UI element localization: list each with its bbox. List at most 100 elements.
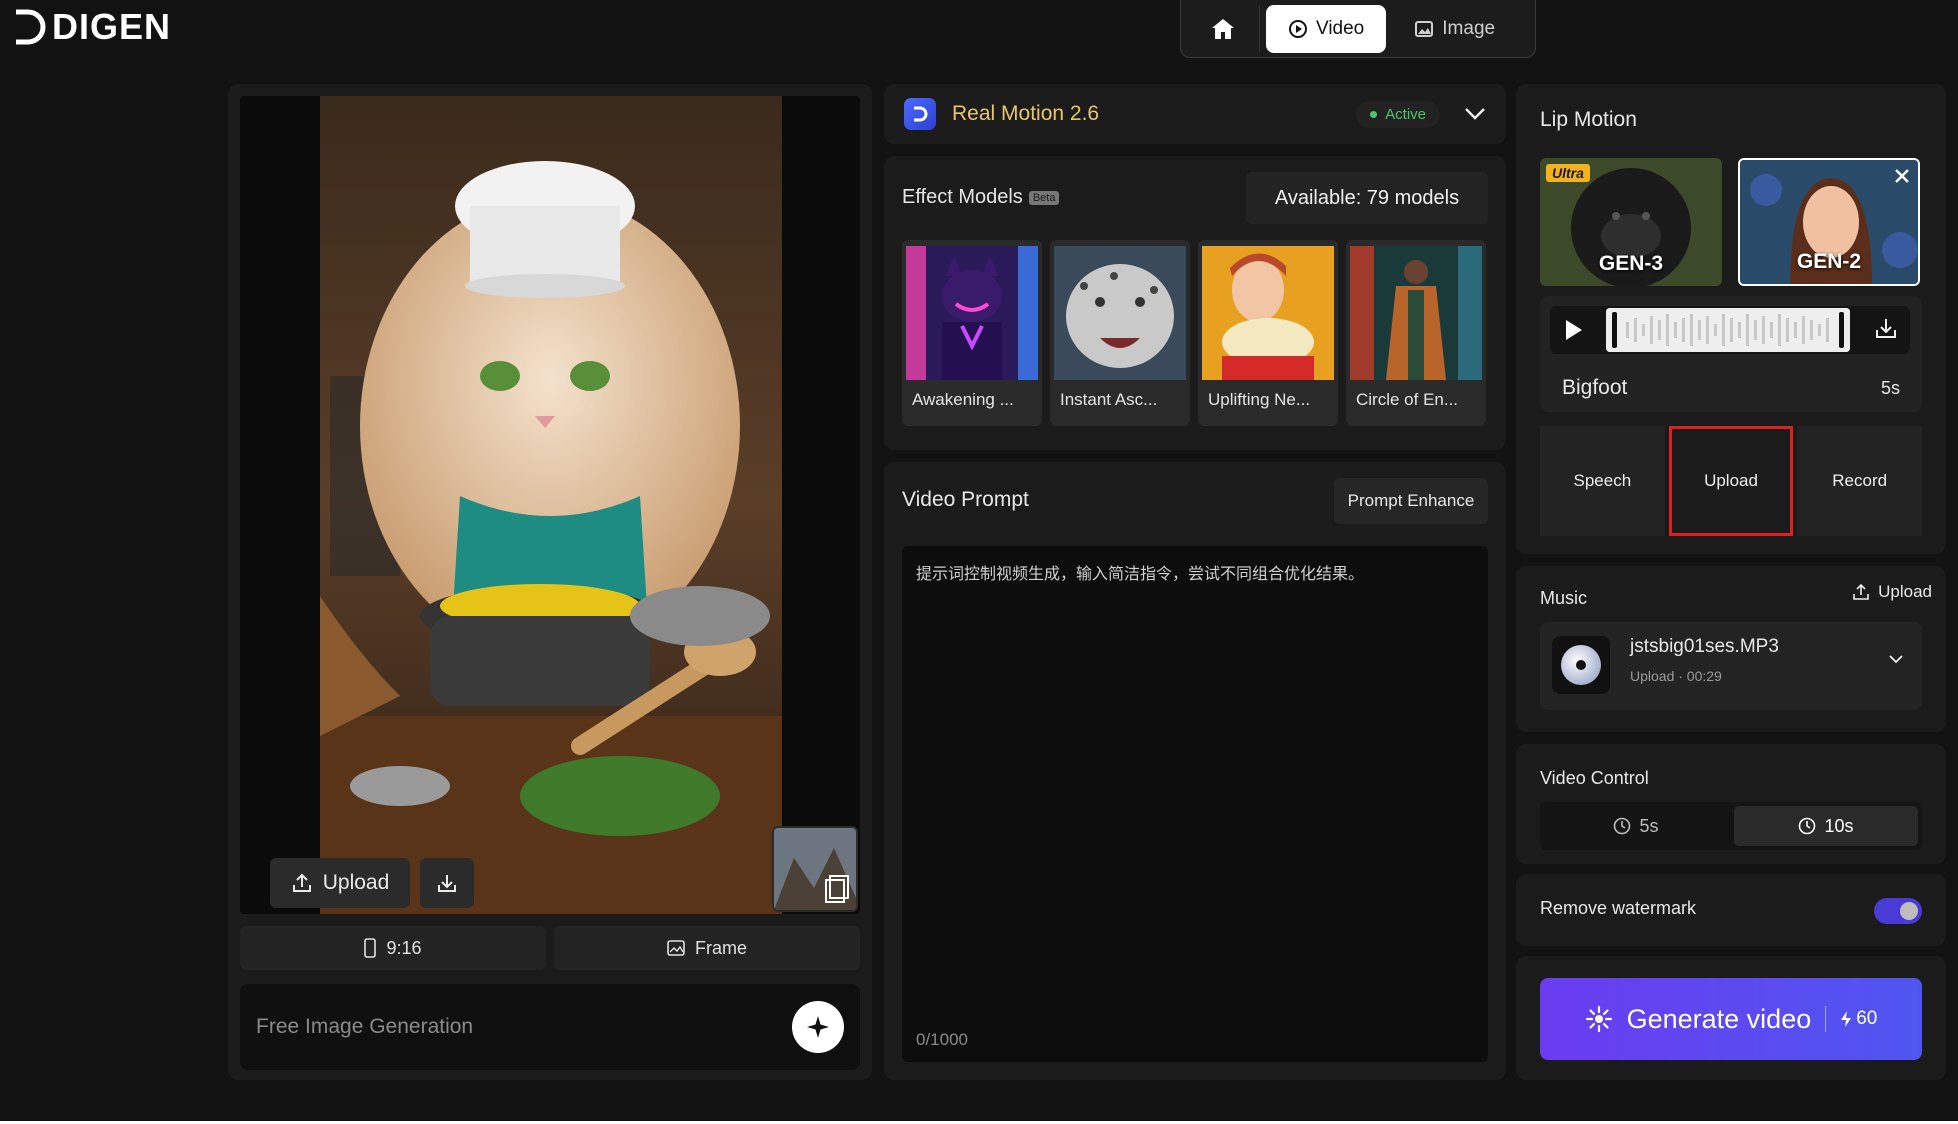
frame-button[interactable]: Frame xyxy=(554,926,860,970)
right-column: Lip Motion Ultra GEN-3 GEN-2 Bigfoot 5s … xyxy=(1516,84,1946,1080)
duration-5s-label: 5s xyxy=(1639,815,1659,836)
audio-name: Bigfoot xyxy=(1562,376,1628,399)
burst-icon xyxy=(1585,1005,1612,1033)
status-label: Active xyxy=(1385,105,1426,123)
remove-watermark-toggle[interactable] xyxy=(1874,898,1922,924)
tab-image[interactable]: Image xyxy=(1392,5,1517,53)
brand-logo[interactable]: DIGEN xyxy=(12,6,171,48)
audio-download-icon[interactable] xyxy=(1874,316,1898,340)
waveform-icon xyxy=(1606,308,1850,352)
preview-area: Upload xyxy=(240,96,860,914)
aspect-ratio-button[interactable]: 9:16 xyxy=(240,926,546,970)
ultra-badge: Ultra xyxy=(1546,164,1590,182)
tab-video[interactable]: Video xyxy=(1266,4,1387,53)
home-icon xyxy=(1212,18,1234,39)
generate-image-button[interactable] xyxy=(792,1001,844,1053)
frame-label: Frame xyxy=(694,937,747,958)
duration-option-10s[interactable]: 10s xyxy=(1734,806,1918,846)
close-icon[interactable] xyxy=(1894,168,1910,184)
effect-card-label: Circle of En... xyxy=(1356,390,1459,409)
prompt-placeholder: 提示词控制视频生成，输入简洁指令，尝试不同组合优化结果。 xyxy=(916,566,1365,583)
music-file-select[interactable]: jstsbig01ses.MP3 Upload · 00:29 xyxy=(1540,622,1922,710)
image-upload-button[interactable]: Upload xyxy=(270,858,410,908)
video-control-title: Video Control xyxy=(1540,768,1649,788)
model-name: Real Motion 2.6 xyxy=(952,102,1100,125)
gen-2-card[interactable]: GEN-2 xyxy=(1738,158,1920,286)
generate-video-button[interactable]: Generate video 60 xyxy=(1540,978,1922,1060)
model-selector[interactable]: Real Motion 2.6 Active xyxy=(884,84,1506,144)
chevron-down-icon[interactable] xyxy=(1464,107,1486,121)
gen-3-card[interactable]: Ultra GEN-3 xyxy=(1540,158,1722,286)
reference-thumbnail[interactable] xyxy=(772,826,858,912)
effect-card-image xyxy=(1202,246,1334,380)
watermark-section: Remove watermark xyxy=(1516,874,1946,946)
model-logo-icon xyxy=(904,98,936,130)
effect-card-image xyxy=(906,246,1038,380)
music-file-sub: Upload · 00:29 xyxy=(1630,668,1722,684)
play-icon[interactable] xyxy=(1564,318,1584,342)
download-button[interactable] xyxy=(420,858,474,908)
prompt-title: Video Prompt xyxy=(902,488,1029,511)
mountain-thumbnail-icon xyxy=(774,828,856,910)
audio-player xyxy=(1550,306,1910,354)
image-icon xyxy=(1415,20,1434,37)
phone-ratio-icon xyxy=(364,938,377,958)
remove-watermark-label: Remove watermark xyxy=(1540,898,1697,918)
tab-speech[interactable]: Speech xyxy=(1540,426,1665,536)
disc-icon xyxy=(1552,636,1610,694)
home-button[interactable] xyxy=(1187,5,1260,52)
prompt-textarea[interactable]: 提示词控制视频生成，输入简洁指令，尝试不同组合优化结果。 0/1000 xyxy=(902,546,1488,1062)
tab-upload[interactable]: Upload xyxy=(1668,426,1794,536)
available-models-button[interactable]: Available: 79 models xyxy=(1246,172,1488,224)
gen-3-label: GEN-3 xyxy=(1598,252,1664,275)
effect-card-label: Instant Asc... xyxy=(1060,390,1158,409)
effect-card[interactable]: Awakening ... xyxy=(902,240,1042,426)
effect-card[interactable]: Instant Asc... xyxy=(1050,240,1190,426)
lip-motion-title: Lip Motion xyxy=(1540,108,1637,131)
top-nav: Video Image xyxy=(1180,0,1536,58)
beta-badge: Beta xyxy=(1028,190,1060,205)
music-upload-button[interactable]: Upload xyxy=(1852,582,1932,602)
clock-icon xyxy=(1614,817,1631,835)
free-image-generation-input[interactable]: Free Image Generation xyxy=(240,984,860,1070)
char-counter: 0/1000 xyxy=(916,1030,968,1049)
effect-card-image xyxy=(1350,246,1482,380)
lip-motion-section: Lip Motion Ultra GEN-3 GEN-2 Bigfoot 5s … xyxy=(1516,84,1946,554)
image-upload-label: Upload xyxy=(322,871,390,894)
effect-card[interactable]: Circle of En... xyxy=(1346,240,1486,426)
tab-record[interactable]: Record xyxy=(1797,426,1923,536)
chevron-down-icon[interactable] xyxy=(1888,654,1904,664)
prompt-enhance-button[interactable]: Prompt Enhance xyxy=(1334,478,1488,524)
preview-image xyxy=(320,96,782,914)
duration-option-5s[interactable]: 5s xyxy=(1544,806,1728,846)
tab-video-label: Video xyxy=(1316,17,1365,39)
effect-card[interactable]: Uplifting Ne... xyxy=(1198,240,1338,426)
effect-card-label: Uplifting Ne... xyxy=(1208,390,1311,409)
status-dot xyxy=(1370,110,1378,118)
download-icon xyxy=(438,875,456,892)
generate-section: Generate video 60 xyxy=(1516,956,1946,1080)
music-title: Music xyxy=(1540,588,1588,608)
music-upload-label: Upload xyxy=(1878,582,1932,601)
status-badge: Active xyxy=(1356,100,1440,128)
duration-10s-label: 10s xyxy=(1824,815,1854,836)
settings-panel: Real Motion 2.6 Active Effect Models Bet… xyxy=(884,84,1506,1080)
brand-name: DIGEN xyxy=(52,6,172,47)
audio-waveform[interactable] xyxy=(1606,308,1850,352)
music-section: Music Upload jstsbig01ses.MP3 Upload · 0… xyxy=(1516,566,1946,732)
generate-divider xyxy=(1825,1006,1827,1032)
video-control-section: Video Control 5s 10s xyxy=(1516,744,1946,864)
effects-title: Effect Models Beta xyxy=(902,186,1060,209)
audio-duration: 5s xyxy=(1880,378,1900,398)
chef-cat-image xyxy=(320,96,782,914)
duration-segmented-control: 5s 10s xyxy=(1540,802,1922,850)
effects-title-label: Effect Models xyxy=(902,186,1023,208)
generate-video-label: Generate video xyxy=(1626,1003,1812,1034)
video-prompt-section: Video Prompt Prompt Enhance 提示词控制视频生成，输入… xyxy=(884,462,1506,1080)
sparkle-icon xyxy=(807,1016,829,1038)
effect-models-section: Effect Models Beta Available: 79 models … xyxy=(884,156,1506,450)
frame-icon xyxy=(667,940,685,956)
music-file-name: jstsbig01ses.MP3 xyxy=(1630,636,1779,657)
app-window: DIGEN Video Image Upload 9:16 Frame Free… xyxy=(0,0,1958,1124)
tab-image-label: Image xyxy=(1442,17,1496,39)
